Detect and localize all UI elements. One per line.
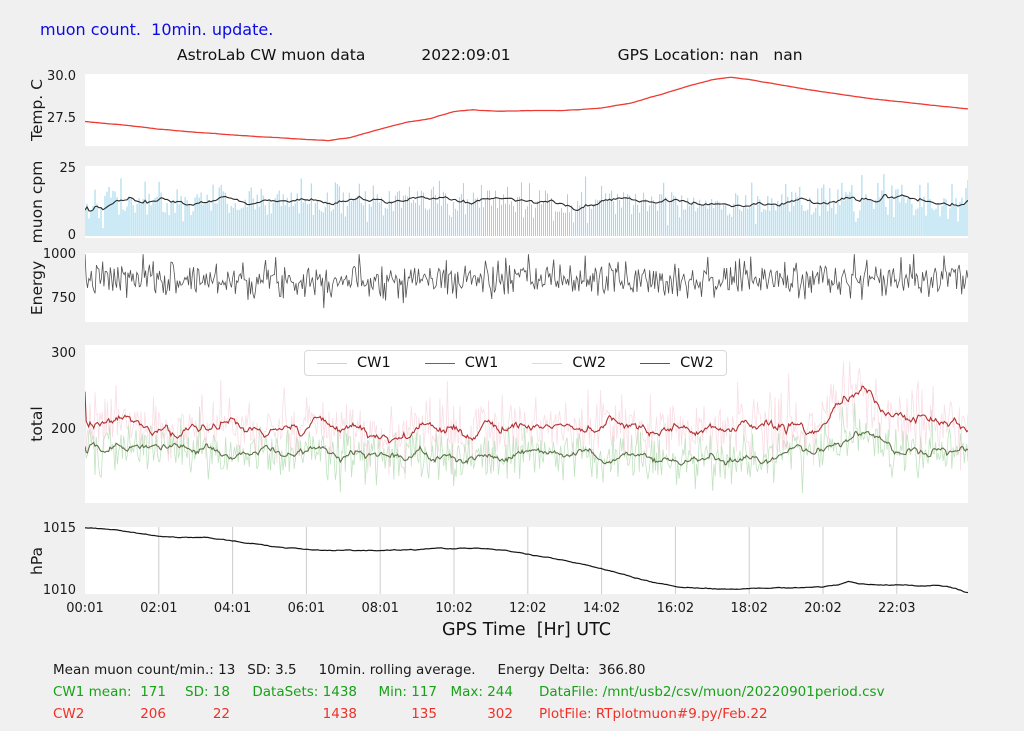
x-tick-label: 20:02 [793, 601, 853, 616]
y-tick-label: 300 [0, 346, 76, 362]
series-temperature [85, 77, 968, 140]
x-tick-label: 10:02 [424, 601, 484, 616]
series-energy [85, 254, 968, 308]
legend-label: CW1 [465, 355, 499, 371]
stats-token: 1438 [230, 706, 357, 723]
x-tick-label: 14:02 [572, 601, 632, 616]
subplot-temp [85, 74, 968, 146]
subplot-energy [85, 253, 968, 322]
legend-label: CW1 [357, 355, 391, 371]
subplot-total: CW1 CW1 CW2 CW2 [85, 345, 968, 503]
stats-token: DataFile: /mnt/usb2/csv/muon/20220901per… [539, 684, 885, 701]
stats-token: SD: 18 [166, 684, 230, 701]
y-axis-label-energy: Energy [28, 260, 46, 314]
legend-line-swatch [425, 363, 455, 364]
x-tick-label: 16:02 [645, 601, 705, 616]
y-axis-label-temp: Temp. C [28, 79, 46, 141]
x-tick-label: 12:02 [498, 601, 558, 616]
stats-token: 171 [140, 684, 166, 701]
stats-line-cw1: CW1 mean:171SD: 18DataSets: 1438Min: 117… [53, 684, 885, 701]
x-tick-label: 06:01 [276, 601, 336, 616]
legend-item: CW1 [317, 355, 391, 371]
x-tick-label: 08:01 [350, 601, 410, 616]
subplot-muon [85, 166, 968, 238]
y-axis-label-total: total [28, 406, 46, 441]
stats-token: Mean muon count/min.: 13 [53, 662, 235, 679]
stats-line-muon: Mean muon count/min.: 13 SD: 3.5 10min. ro… [53, 662, 646, 679]
plot-canvas-energy [85, 253, 968, 322]
legend-label: CW2 [680, 355, 714, 371]
y-tick-label: 1015 [0, 521, 76, 537]
y-axis-label-hpa: hPa [28, 547, 46, 575]
stats-token: Min: 117 [357, 684, 437, 701]
stats-token: Max: 244 [437, 684, 513, 701]
stats-token: 206 [140, 706, 166, 723]
stats-token: Energy Delta: 366.80 [498, 662, 646, 679]
x-axis-label: GPS Time [Hr] UTC [85, 620, 968, 640]
legend-line-swatch [317, 363, 347, 364]
x-tick-label: 00:01 [55, 601, 115, 616]
x-tick-label: 02:01 [129, 601, 189, 616]
legend-label: CW2 [572, 355, 606, 371]
stats-token: SD: 3.5 [247, 662, 296, 679]
stats-token: DataSets: 1438 [230, 684, 357, 701]
stats-token: 302 [437, 706, 513, 723]
x-tick-label: 04:01 [203, 601, 263, 616]
subplot-hpa [85, 527, 968, 594]
stats-token: PlotFile: RTplotmuon#9.py/Feb.22 [539, 706, 768, 723]
series-pressure [85, 528, 968, 593]
legend-item: CW2 [532, 355, 606, 371]
plot-canvas-temp [85, 74, 968, 146]
y-tick-label: 1010 [0, 583, 76, 599]
stats-token: 22 [166, 706, 230, 723]
legend-line-swatch [640, 363, 670, 364]
legend-item: CW1 [425, 355, 499, 371]
stats-token: 10min. rolling average. [319, 662, 476, 679]
legend-item: CW2 [640, 355, 714, 371]
stats-token: CW1 mean: [53, 684, 140, 701]
stats-token: CW2 [53, 706, 140, 723]
series-cw2-raw [85, 362, 968, 480]
plot-canvas-muon [85, 166, 968, 238]
x-tick-label: 22:03 [867, 601, 927, 616]
muon-dashboard-figure: muon count. 10min. update. AstroLab CW m… [0, 0, 1024, 731]
legend-line-swatch [532, 363, 562, 364]
legend: CW1 CW1 CW2 CW2 [304, 350, 727, 376]
series-muon-raw [85, 174, 968, 236]
y-axis-label-muon: muon cpm [28, 161, 46, 244]
stats-token: 135 [357, 706, 437, 723]
plot-canvas-hpa [85, 527, 968, 594]
stats-line-cw2: CW2206221438135302 PlotFile: RTplotmuon#9… [53, 706, 768, 723]
x-tick-label: 18:02 [719, 601, 779, 616]
